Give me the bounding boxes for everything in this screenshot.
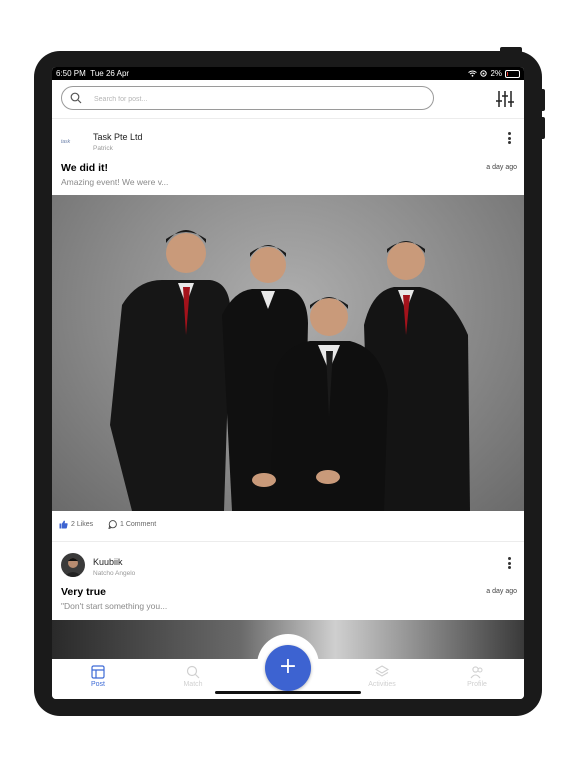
team-photo-illustration	[110, 230, 470, 511]
search-icon	[70, 92, 82, 104]
status-date: Tue 26 Apr	[90, 69, 130, 78]
comments-count: 1 Comment	[120, 521, 157, 528]
company-logo: task	[61, 139, 71, 145]
layers-icon	[375, 665, 389, 677]
thumbs-up-icon	[59, 520, 68, 529]
post-header: Kuubiik Natcho Angelo	[52, 547, 524, 587]
comment-button[interactable]: 1 Comment	[108, 520, 156, 529]
like-button[interactable]: 2 Likes	[59, 520, 93, 529]
search-bar	[52, 80, 524, 119]
post-title[interactable]: Very true	[61, 586, 106, 598]
avatar[interactable]	[61, 553, 85, 577]
post-author-sub: Natcho Angelo	[93, 570, 136, 577]
search-field[interactable]	[61, 86, 434, 110]
profile-icon	[470, 666, 483, 679]
post-excerpt[interactable]: Amazing event! We were v...	[61, 177, 168, 187]
post-reactions: 2 Likes 1 Comment	[52, 511, 524, 542]
app-screen: 6:50 PM Tue 26 Apr 2% task Task Pte Ltd	[52, 67, 524, 699]
more-options-icon[interactable]	[508, 132, 512, 146]
tab-post[interactable]: Post	[68, 665, 128, 688]
post-author-sub: Patrick	[93, 145, 113, 152]
post-author[interactable]: Task Pte Ltd	[93, 132, 143, 142]
search-input[interactable]	[92, 91, 416, 107]
orientation-lock-icon	[480, 70, 488, 77]
post-icon	[91, 665, 105, 679]
battery-icon	[505, 69, 520, 78]
tab-profile[interactable]: Profile	[447, 665, 507, 688]
post-excerpt[interactable]: "Don't start something you...	[61, 601, 167, 611]
create-post-button[interactable]: +	[265, 645, 311, 691]
filter-sliders-icon[interactable]	[495, 90, 515, 108]
search-icon	[186, 665, 200, 679]
post-title[interactable]: We did it!	[61, 162, 108, 174]
more-options-icon[interactable]	[508, 557, 512, 571]
post-date: a day ago	[486, 164, 517, 171]
wifi-icon	[468, 70, 478, 77]
battery-percent: 2%	[490, 69, 502, 78]
post-image[interactable]	[52, 195, 524, 511]
post-date: a day ago	[486, 588, 517, 595]
status-time: 6:50 PM	[56, 69, 86, 78]
tab-activities[interactable]: Activities	[352, 665, 412, 688]
post-author[interactable]: Kuubiik	[93, 557, 123, 567]
home-indicator	[215, 691, 361, 694]
post-header: task Task Pte Ltd Patrick	[52, 119, 524, 159]
status-bar: 6:50 PM Tue 26 Apr 2%	[52, 67, 524, 80]
tab-match[interactable]: Match	[163, 665, 223, 688]
comment-icon	[108, 520, 117, 529]
likes-count: 2 Likes	[71, 521, 94, 528]
